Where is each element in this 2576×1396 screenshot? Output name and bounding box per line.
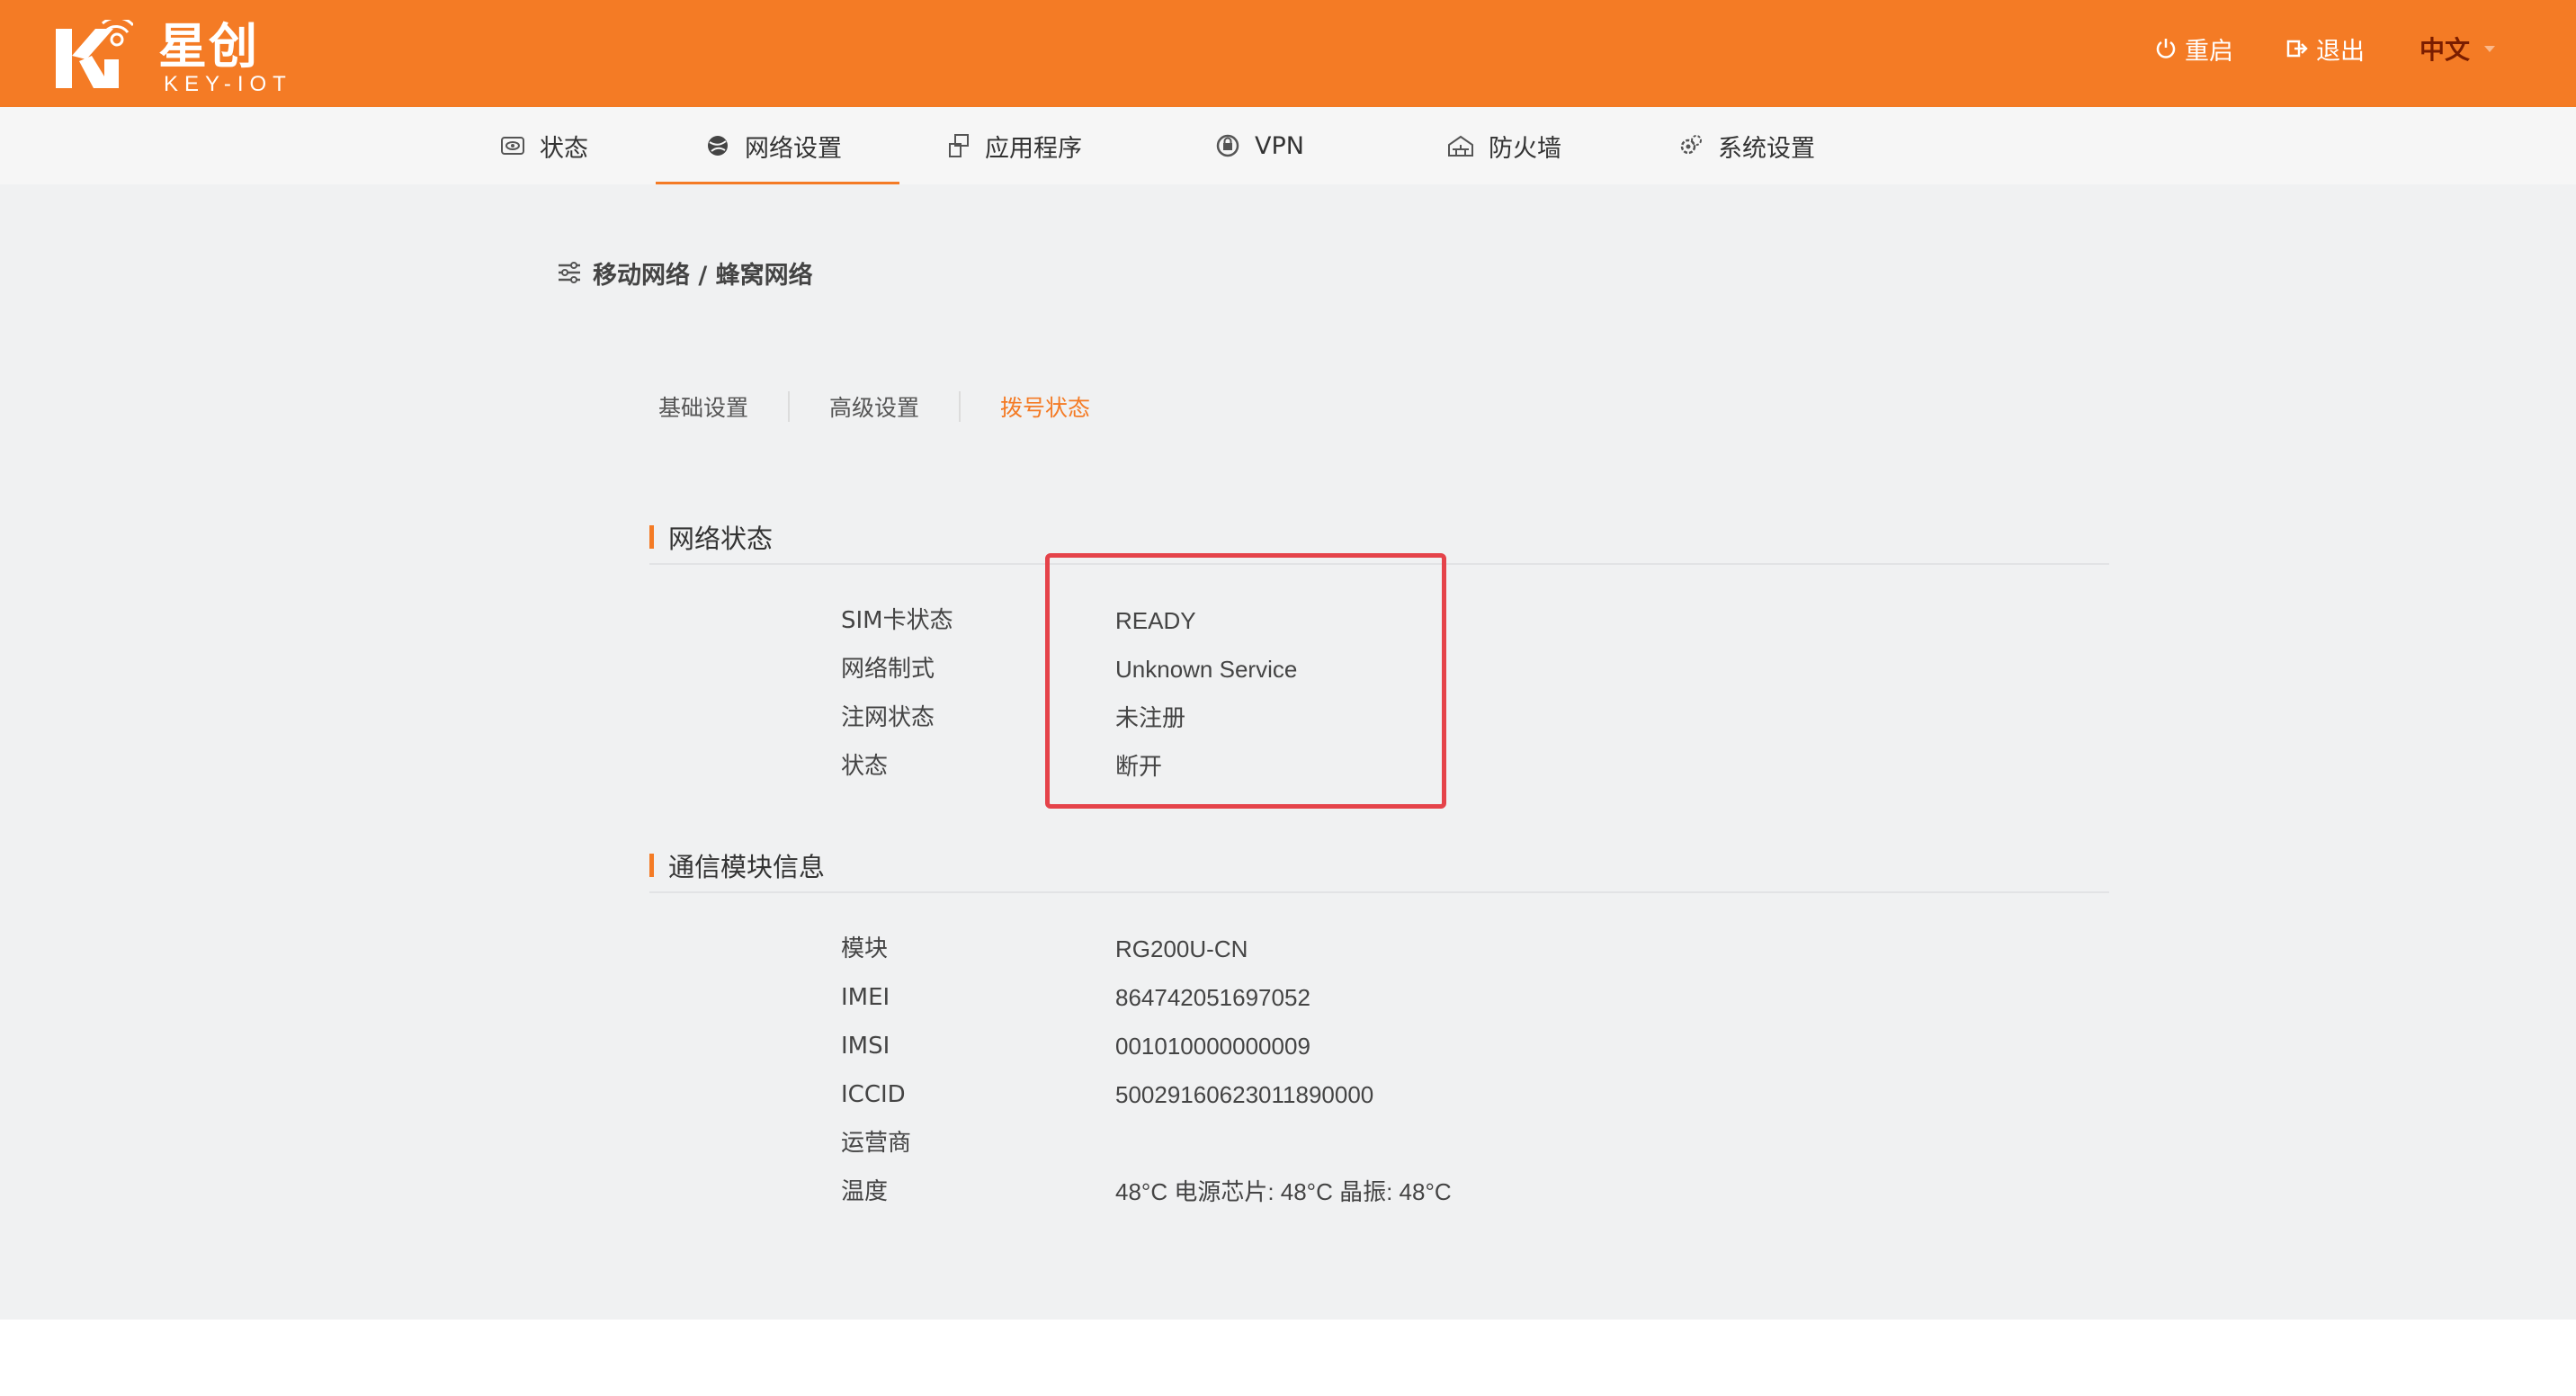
section-title-module-info: 通信模块信息 (649, 847, 825, 883)
language-label: 中文 (2419, 35, 2471, 65)
brand-name-en: KEY-IOT (164, 72, 292, 96)
nav-item-label: 系统设置 (1718, 134, 1815, 163)
gear-icon (1680, 135, 1702, 155)
nav-item-label: 防火墙 (1489, 134, 1561, 163)
temperature-value: 48°C 电源芯片: 48°C 晶振: 48°C (1115, 1178, 1452, 1205)
section-title-text: 网络状态 (668, 524, 774, 554)
imsi-value: 001010000000009 (1115, 1033, 1310, 1060)
nav-item-label: 状态 (540, 134, 588, 163)
highlight-annotation-box (1045, 553, 1446, 809)
restart-label: 重启 (2185, 37, 2233, 66)
nav-item-status[interactable]: 状态 (500, 107, 588, 184)
nav-item-system-settings[interactable]: 系统设置 (1678, 107, 1815, 184)
imei-value: 864742051697052 (1115, 984, 1310, 1011)
imei-label: IMEI (841, 984, 890, 1011)
brand-name-cn: 星创 (158, 18, 259, 75)
settings-sliders-icon (559, 262, 580, 283)
registration-status-label: 注网状态 (841, 704, 935, 731)
top-header: 星创 KEY-IOT 重启 退出 中文 (0, 0, 2576, 107)
module-value: RG200U-CN (1115, 935, 1248, 962)
tab-divider (788, 391, 791, 422)
nav-item-label: 网络设置 (745, 134, 842, 163)
section-accent-bar (649, 525, 654, 549)
logout-button[interactable]: 退出 (2285, 31, 2365, 67)
globe-icon (708, 136, 728, 156)
tab-basic-settings[interactable]: 基础设置 (658, 390, 748, 423)
language-select[interactable]: 中文 (2419, 31, 2496, 67)
logout-icon (2286, 40, 2308, 58)
connection-status-label: 状态 (841, 753, 889, 780)
nav-item-applications[interactable]: 应用程序 (947, 107, 1082, 184)
app-icon (949, 134, 969, 157)
vpn-icon (1216, 134, 1239, 157)
breadcrumb: 移动网络 / 蜂窝网络 (557, 255, 813, 291)
sim-status-label: SIM卡状态 (841, 607, 953, 634)
network-mode-label: 网络制式 (841, 656, 935, 683)
nav-item-label: 应用程序 (985, 134, 1082, 163)
page-footer-blank (0, 1320, 2576, 1396)
firewall-icon (1448, 135, 1473, 157)
module-label: 模块 (841, 935, 889, 962)
main-nav: 状态 网络设置 应用程序 VPN 防火墙 系统设置 (0, 107, 2576, 185)
chevron-down-icon (2484, 45, 2496, 52)
nav-item-label: VPN (1255, 131, 1304, 160)
section-divider (649, 891, 2109, 893)
nav-item-firewall[interactable]: 防火墙 (1447, 107, 1561, 184)
logo-mark-icon (56, 20, 133, 88)
iccid-label: ICCID (841, 1081, 906, 1108)
power-icon (2156, 39, 2176, 58)
imsi-label: IMSI (841, 1033, 890, 1060)
temperature-label: 温度 (841, 1178, 889, 1205)
tab-dial-status[interactable]: 拨号状态 (1000, 390, 1090, 423)
nav-item-vpn[interactable]: VPN (1215, 107, 1304, 184)
nav-item-network-settings[interactable]: 网络设置 (705, 107, 842, 184)
logout-label: 退出 (2316, 37, 2365, 66)
restart-button[interactable]: 重启 (2154, 31, 2233, 67)
carrier-label: 运营商 (841, 1130, 912, 1157)
tab-advanced-settings[interactable]: 高级设置 (829, 390, 919, 423)
tab-divider (959, 391, 962, 422)
status-eye-icon (501, 137, 524, 155)
section-title-text: 通信模块信息 (668, 852, 826, 882)
subtab-bar: 基础设置 高级设置 拨号状态 (658, 389, 1090, 425)
brand-logo: 星创 KEY-IOT (52, 13, 322, 98)
section-accent-bar (649, 854, 654, 877)
section-title-network-status: 网络状态 (649, 519, 773, 555)
breadcrumb-text: 移动网络 / 蜂窝网络 (593, 261, 813, 290)
iccid-value: 50029160623011890000 (1115, 1081, 1374, 1108)
